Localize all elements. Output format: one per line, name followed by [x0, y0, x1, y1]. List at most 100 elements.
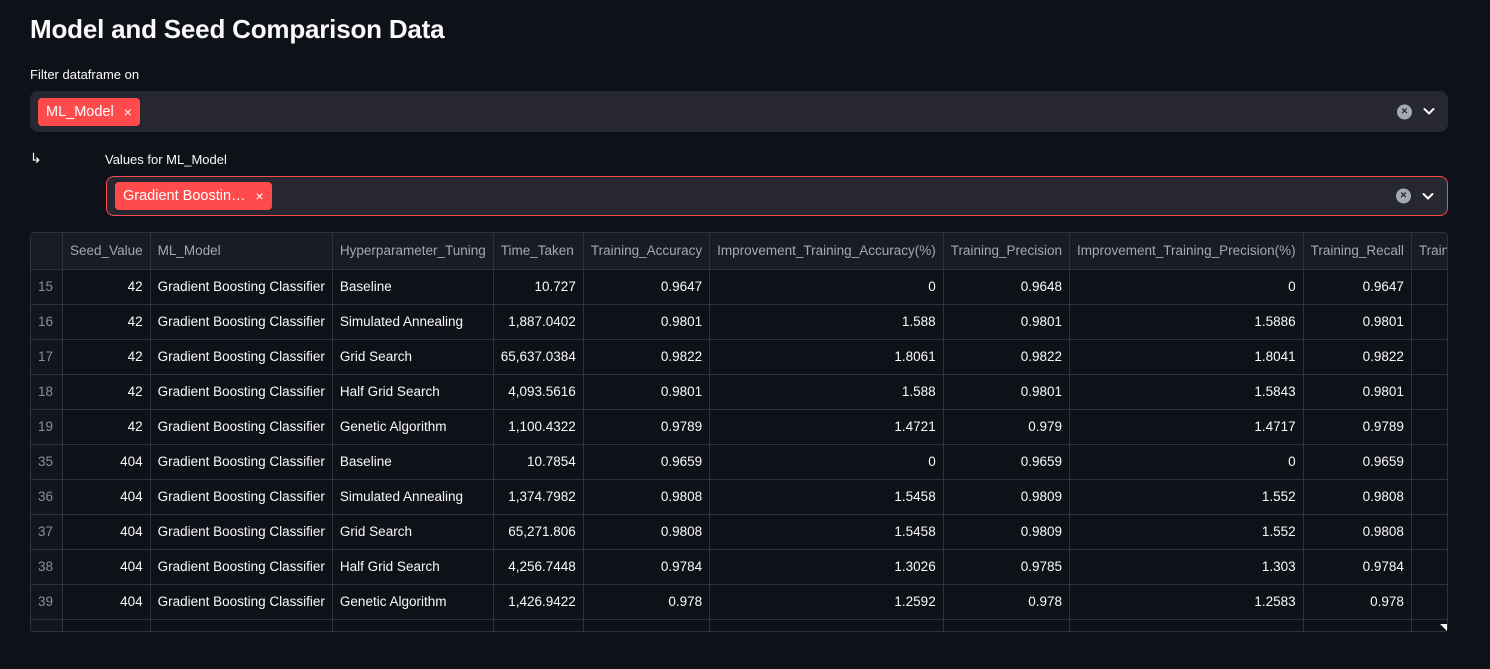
table-cell[interactable]: 7	[62, 619, 151, 631]
row-index[interactable]: 16	[31, 304, 64, 340]
table-cell[interactable]: 1.552	[1069, 479, 1304, 515]
table-row[interactable]: 38 404 Gradient Boosting Classifier Half Gr…	[31, 549, 1447, 585]
column-header-improvement-training-precision[interactable]: Improvement_Training_Precision(%)	[1069, 233, 1304, 270]
row-index[interactable]: 35	[31, 444, 64, 480]
table-cell[interactable]: 0.978	[1303, 584, 1412, 620]
table-cell[interactable]: 1.8041	[1069, 339, 1304, 375]
table-cell[interactable]: Baseline	[332, 619, 494, 631]
table-cell[interactable]: 1,100.4322	[493, 409, 584, 445]
chip-remove-icon[interactable]: ×	[256, 189, 264, 203]
table-cell[interactable]: 1.5843	[1069, 374, 1304, 410]
table-cell[interactable]: Gradient Boosting Classifier	[150, 339, 333, 375]
table-cell[interactable]	[1411, 269, 1447, 305]
column-header-ml-model[interactable]: ML_Model	[150, 233, 333, 270]
table-row[interactable]: 16 42 Gradient Boosting Classifier Simulate…	[31, 304, 1447, 340]
table-cell[interactable]: 0.978	[583, 584, 711, 620]
table-cell[interactable]: 0.9808	[1303, 514, 1412, 550]
chevron-down-icon[interactable]	[1421, 189, 1435, 203]
table-cell[interactable]: Gradient Boosting Classifier	[150, 304, 333, 340]
filter-multiselect[interactable]: ML_Model × ×	[30, 91, 1448, 132]
table-row[interactable]: 557Gradient Boosting ClassifierBaseline1…	[31, 619, 1447, 631]
column-header-training-recall[interactable]: Training_Recall	[1303, 233, 1412, 270]
table-cell[interactable]: 10.7854	[493, 444, 584, 480]
table-cell[interactable]: 0.9659	[943, 444, 1071, 480]
table-cell[interactable]: 0.9822	[943, 339, 1071, 375]
table-cell[interactable]: 1.5458	[709, 514, 944, 550]
table-cell[interactable]: 1.4717	[1069, 409, 1304, 445]
table-cell[interactable]: Gradient Boosting Classifier	[150, 514, 333, 550]
table-cell[interactable]: 0.9801	[1303, 304, 1412, 340]
row-index[interactable]: 39	[31, 584, 64, 620]
table-cell[interactable]: 0.9801	[943, 304, 1071, 340]
table-cell[interactable]: Gradient Boosting Classifier	[150, 409, 333, 445]
resize-handle-icon[interactable]	[1440, 624, 1447, 631]
table-cell[interactable]: 65,271.806	[493, 514, 584, 550]
table-cell[interactable]: 0.9822	[583, 339, 711, 375]
table-cell[interactable]: 0.9808	[1303, 479, 1412, 515]
table-cell[interactable]: 0.9808	[583, 514, 711, 550]
table-cell[interactable]: 42	[62, 409, 151, 445]
table-cell[interactable]: 0.9801	[583, 304, 711, 340]
table-cell[interactable]: Half Grid Search	[332, 374, 494, 410]
table-cell[interactable]: 1.4721	[709, 409, 944, 445]
table-cell[interactable]: 0.9785	[943, 549, 1071, 585]
table-cell[interactable]: 404	[62, 444, 151, 480]
ml-model-multiselect[interactable]: Gradient Boostin… × ×	[106, 176, 1448, 216]
table-cell[interactable]	[1411, 339, 1447, 375]
table-cell[interactable]: 1.2583	[1069, 584, 1304, 620]
table-cell[interactable]: 0.9789	[1303, 409, 1412, 445]
table-cell[interactable]: 0	[709, 444, 944, 480]
table-cell[interactable]: 0.9809	[943, 514, 1071, 550]
table-cell[interactable]: Baseline	[332, 269, 494, 305]
row-index[interactable]: 15	[31, 269, 64, 305]
table-cell[interactable]: Simulated Annealing	[332, 479, 494, 515]
table-cell[interactable]	[1411, 514, 1447, 550]
table-cell[interactable]: 0.9809	[943, 479, 1071, 515]
column-header-time-taken[interactable]: Time_Taken	[493, 233, 584, 270]
table-row[interactable]: 15 42 Gradient Boosting Classifier Baseline…	[31, 269, 1447, 305]
table-cell[interactable]: 1.5458	[709, 479, 944, 515]
table-cell[interactable]: Gradient Boosting Classifier	[150, 269, 333, 305]
table-cell[interactable]: 1,426.9422	[493, 584, 584, 620]
table-cell[interactable]	[1411, 584, 1447, 620]
table-cell[interactable]: 1.303	[1069, 549, 1304, 585]
table-cell[interactable]: 0.9784	[1303, 549, 1412, 585]
table-cell[interactable]	[1411, 549, 1447, 585]
table-cell[interactable]: 42	[62, 269, 151, 305]
table-cell[interactable]: 42	[62, 374, 151, 410]
table-cell[interactable]: Gradient Boosting Classifier	[150, 584, 333, 620]
filter-chip[interactable]: ML_Model ×	[38, 97, 140, 126]
table-cell[interactable]: 1.2592	[709, 584, 944, 620]
table-cell[interactable]: Gradient Boosting Classifier	[150, 444, 333, 480]
table-cell[interactable]: 0	[709, 269, 944, 305]
table-row[interactable]: 37 404 Gradient Boosting Classifier Grid Se…	[31, 514, 1447, 550]
column-header-improvement-training-accuracy[interactable]: Improvement_Training_Accuracy(%)	[709, 233, 944, 270]
clear-icon[interactable]: ×	[1396, 188, 1411, 204]
table-cell[interactable]: 10.9724	[493, 619, 584, 631]
table-cell[interactable]: 1.8061	[709, 339, 944, 375]
table-cell[interactable]: 404	[62, 584, 151, 620]
table-cell[interactable]: Baseline	[332, 444, 494, 480]
table-cell[interactable]	[1411, 374, 1447, 410]
table-cell[interactable]: 0.969	[1303, 619, 1412, 631]
table-cell[interactable]: 0.9647	[583, 269, 711, 305]
table-cell[interactable]	[1411, 444, 1447, 480]
table-cell[interactable]: 0.969	[583, 619, 711, 631]
chevron-down-icon[interactable]	[1422, 105, 1436, 119]
table-cell[interactable]: 0	[1069, 619, 1304, 631]
table-cell[interactable]: 0.9647	[1303, 269, 1412, 305]
table-cell[interactable]: 0.9784	[583, 549, 711, 585]
table-cell[interactable]: 10.727	[493, 269, 584, 305]
table-cell[interactable]: 404	[62, 549, 151, 585]
table-row[interactable]: 19 42 Gradient Boosting Classifier Genetic …	[31, 409, 1447, 445]
table-cell[interactable]	[1411, 479, 1447, 515]
table-cell[interactable]: 0.9789	[583, 409, 711, 445]
table-cell[interactable]: 404	[62, 479, 151, 515]
chip-remove-icon[interactable]: ×	[124, 105, 132, 119]
table-cell[interactable]: 1,374.7982	[493, 479, 584, 515]
table-cell[interactable]: 0.9801	[583, 374, 711, 410]
table-cell[interactable]: Gradient Boosting Classifier	[150, 479, 333, 515]
table-cell[interactable]: Gradient Boosting Classifier	[150, 549, 333, 585]
table-cell[interactable]: 42	[62, 304, 151, 340]
table-cell[interactable]: 0.9808	[583, 479, 711, 515]
